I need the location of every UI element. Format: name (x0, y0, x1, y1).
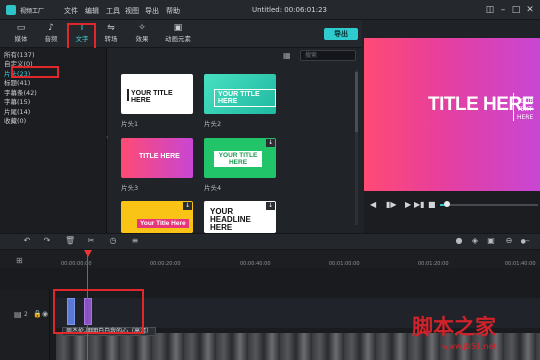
timecode: 00:01:40:00 (505, 261, 536, 267)
thumbnail-label: 片头1 (121, 120, 139, 128)
tool-audio[interactable]: ♪ 音频 (36, 22, 66, 48)
mic-icon[interactable]: ● (454, 236, 464, 245)
track-number: 2 (24, 311, 28, 318)
cut-icon[interactable]: ✂ (86, 236, 96, 245)
tool-transition[interactable]: ⇋ 转场 (96, 22, 126, 48)
app-logo-icon (6, 5, 16, 15)
delete-icon[interactable]: 🗑 (65, 236, 75, 245)
timecode: 00:00:40:00 (240, 261, 271, 267)
template-thumbnail[interactable]: YOUR HEADLINE HERE ↓ (204, 201, 276, 233)
snapshot-icon[interactable]: ▣ (486, 236, 496, 245)
music-icon: ♪ (48, 23, 54, 33)
grid-view-icon[interactable]: ▦ (283, 51, 292, 60)
menu-view[interactable]: 视图 (125, 6, 139, 16)
timecode: 00:01:00:00 (329, 261, 360, 267)
app-name: 视频工厂 (20, 8, 45, 15)
stop-icon[interactable]: ■ (428, 200, 436, 209)
shield-icon[interactable]: ◈ (470, 236, 480, 245)
menu-help[interactable]: 帮助 (166, 6, 180, 16)
timecode: 00:01:20:00 (418, 261, 449, 267)
tool-effects[interactable]: ✧ 效果 (127, 22, 157, 48)
step-icon[interactable]: ▮▶ (386, 200, 397, 209)
tool-media[interactable]: ▭ 媒体 (6, 22, 36, 48)
redo-icon[interactable]: ↷ (42, 236, 52, 245)
search-input[interactable]: 搜索 (300, 50, 356, 61)
template-thumbnail[interactable]: YOUR TITLE HERE (204, 74, 276, 114)
highlight-box-text-tool (67, 23, 96, 50)
tool-label: 媒体 (14, 35, 28, 43)
playhead-handle[interactable] (84, 250, 92, 257)
window-title: Untitled: 00:06:01:23 (252, 6, 327, 14)
tool-label: 效果 (135, 35, 149, 43)
thumbnail-text: Your Title Here (137, 219, 189, 228)
preview-controls (364, 191, 540, 233)
cart-icon[interactable]: ◫ (484, 4, 496, 16)
add-track-icon[interactable]: ⊞ (16, 256, 23, 265)
track-header (0, 290, 50, 360)
next-frame-icon[interactable]: ▶▮ (414, 200, 425, 209)
download-icon[interactable]: ↓ (183, 202, 192, 210)
download-icon[interactable]: ↓ (266, 139, 275, 147)
zoom-out-icon[interactable]: ⊖ (504, 236, 514, 245)
menu-file[interactable]: 文件 (64, 6, 78, 16)
minimize-icon[interactable]: – (497, 4, 509, 16)
transition-icon: ⇋ (107, 23, 115, 33)
prev-frame-icon[interactable]: ◀ (370, 200, 376, 209)
menu-export[interactable]: 导出 (145, 6, 159, 16)
highlight-box-clips (53, 289, 144, 334)
timecode: 00:00:20:00 (150, 261, 181, 267)
watermark-text: 脚本之家 (412, 314, 496, 339)
preview-scrubber[interactable] (440, 204, 538, 206)
grid-scrollbar-thumb[interactable] (355, 72, 358, 132)
thumbnail-text: YOUR TITLE HERE (214, 151, 262, 167)
preview-divider (513, 93, 514, 121)
category-subtitle[interactable]: 字幕(15) (4, 96, 30, 106)
category-title[interactable]: 标题(41) (4, 77, 30, 87)
close-icon[interactable]: ✕ (524, 4, 536, 16)
maximize-icon[interactable]: □ (510, 4, 522, 16)
lock-icon[interactable]: 🔒 (33, 310, 42, 318)
category-favorites[interactable]: 收藏(0) (4, 115, 26, 125)
thumbnail-label: 片头3 (121, 184, 139, 192)
export-button[interactable]: 导出 (324, 28, 358, 40)
tool-label: 音频 (44, 35, 58, 43)
watermark-url: www.jb51.net (442, 342, 497, 351)
template-thumbnail[interactable]: YOUR TITLE HERE ↓ (204, 138, 276, 178)
menu-tools[interactable]: 工具 (106, 6, 120, 16)
visibility-icon[interactable]: ◉ (42, 310, 48, 318)
play-icon[interactable]: ▶ (405, 200, 411, 209)
tool-label: 动画元素 (165, 35, 191, 43)
thumbnail-text: YOUR TITLE HERE (214, 89, 276, 107)
folder-icon: ▭ (16, 23, 26, 33)
thumbnail-text: YOUR TITLE HERE (131, 90, 173, 104)
thumbnail-text: YOUR HEADLINE HERE (210, 207, 251, 232)
thumbnail-label: 片头4 (204, 184, 222, 192)
track-type-icon: ▤ (14, 310, 22, 319)
template-thumbnail[interactable]: Your Title Here ↓ (121, 201, 193, 233)
template-thumbnail[interactable]: TITLE HERE (121, 138, 193, 178)
undo-icon[interactable]: ↶ (22, 236, 32, 245)
playhead-line[interactable] (87, 250, 88, 360)
tool-elements[interactable]: ▣ 动画元素 (164, 22, 192, 48)
thumbnail-text: TITLE HERE (139, 153, 180, 160)
speed-icon[interactable]: ◷ (108, 236, 118, 245)
template-thumbnail[interactable]: YOUR TITLE HERE (121, 74, 193, 114)
preview-scrubber-handle[interactable] (444, 201, 450, 207)
thumbnail-label: 片头2 (204, 120, 222, 128)
image-icon: ▣ (173, 23, 183, 33)
preview-subtitle: YOUR TEXT HERE (517, 98, 534, 121)
menu-edit[interactable]: 编辑 (85, 6, 99, 16)
zoom-slider[interactable]: ●─ (520, 238, 530, 245)
tool-label: 转场 (104, 35, 118, 43)
adjust-icon[interactable]: ≡ (130, 236, 140, 245)
download-icon[interactable]: ↓ (266, 202, 275, 210)
effects-icon: ✧ (138, 23, 146, 33)
